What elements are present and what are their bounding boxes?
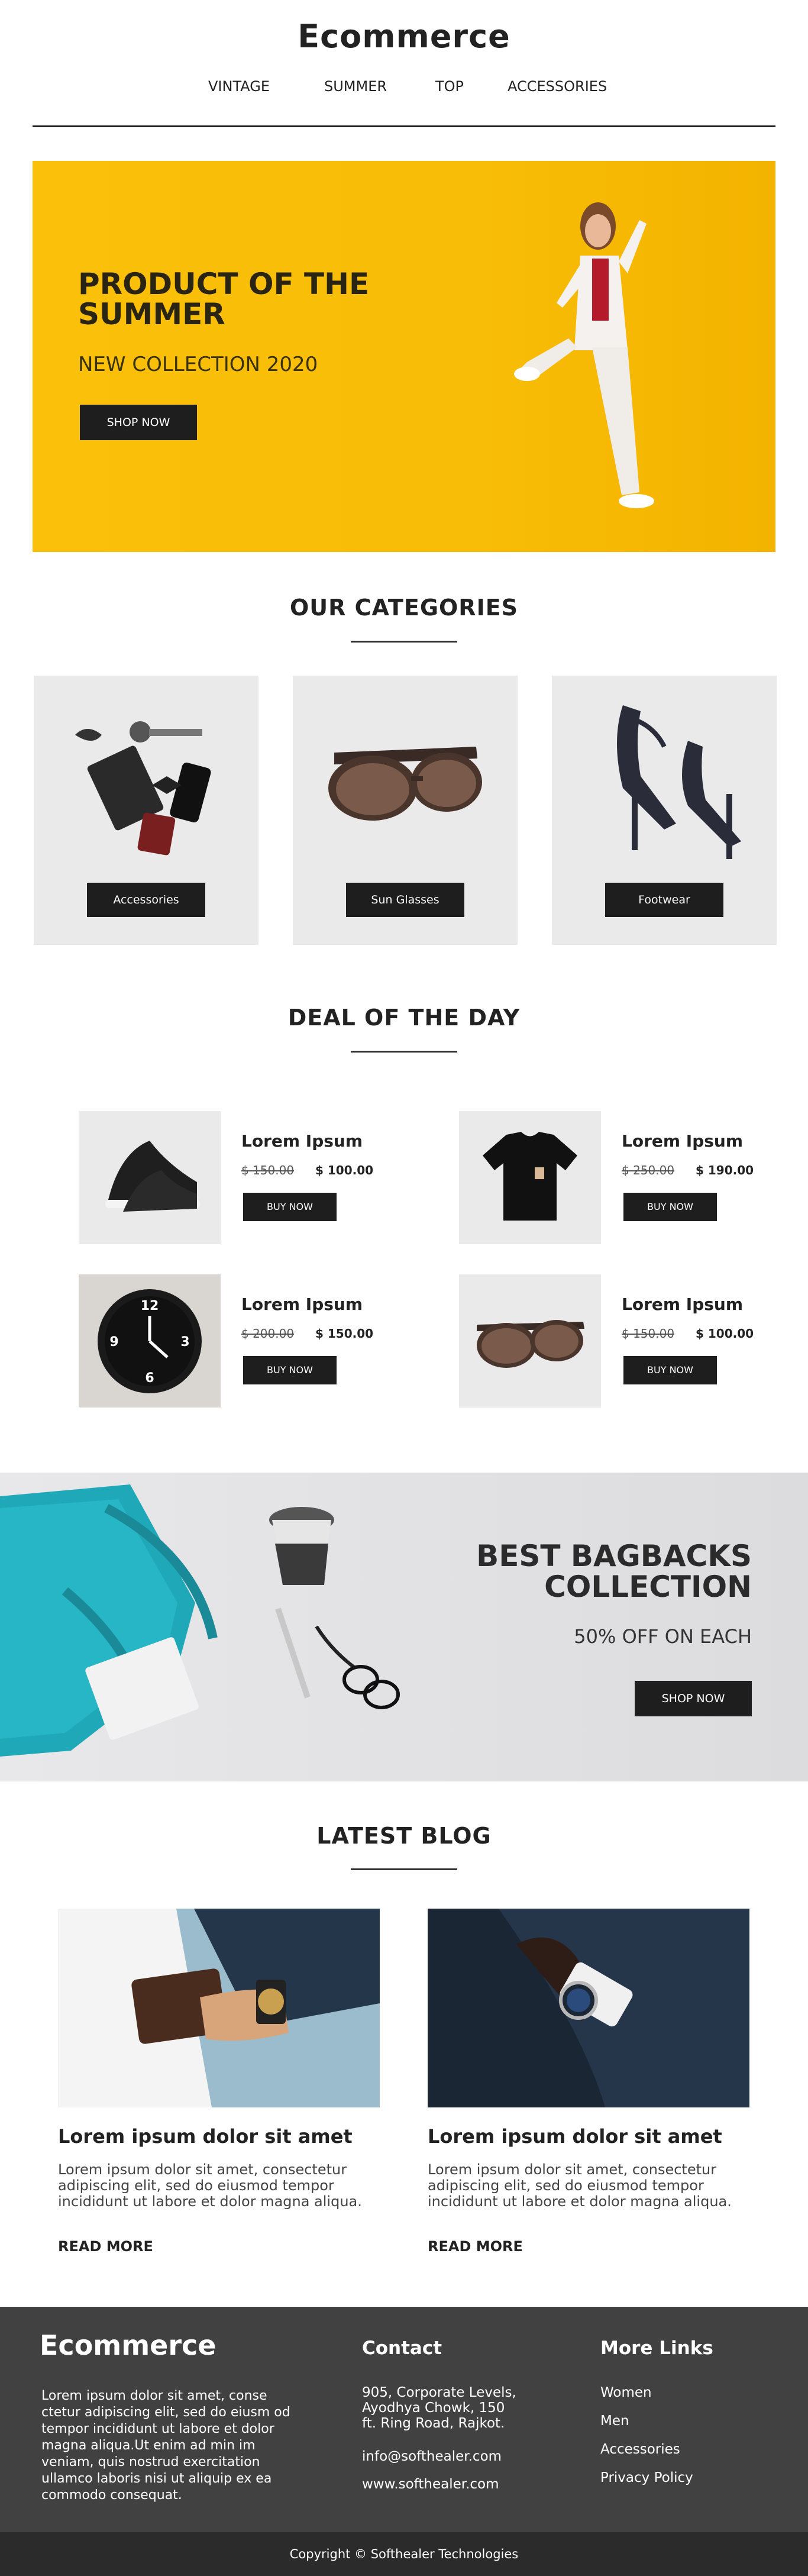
bags-subtitle: 50% OFF ON EACH <box>574 1625 752 1648</box>
deal-name: Lorem Ipsum <box>241 1295 363 1314</box>
accessories-flatlay-image <box>75 721 211 856</box>
sneaker-icon <box>105 1141 200 1212</box>
blog-image <box>58 1909 380 2107</box>
clock-icon: 12 3 6 9 <box>98 1289 202 1393</box>
svg-text:12: 12 <box>141 1299 159 1313</box>
category-card-accessories[interactable]: Accessories <box>34 676 258 945</box>
footer-link-men[interactable]: Men <box>600 2413 629 2429</box>
deal-new-price: $ 100.00 <box>315 1163 374 1177</box>
deal-new-price: $ 150.00 <box>315 1326 374 1341</box>
footer-about-text: Lorem ipsum dolor sit amet, conse ctetur… <box>41 2388 290 2503</box>
deal-card: 12 3 6 9 Lorem Ipsum $ 200.00 $ 150.00 B… <box>79 1274 410 1408</box>
deals-title: DEAL OF THE DAY <box>287 1005 521 1031</box>
blog-post-excerpt: Lorem ipsum dolor sit amet, consectetur … <box>428 2161 732 2210</box>
svg-text:6: 6 <box>145 1371 154 1386</box>
bag-flatlay-image <box>0 1484 400 1757</box>
blog-post-excerpt: Lorem ipsum dolor sit amet, consectetur … <box>58 2161 362 2210</box>
bags-title-line2: COLLECTION <box>544 1570 752 1604</box>
svg-text:9: 9 <box>109 1335 118 1350</box>
blog-title-underline <box>351 1868 457 1870</box>
footer-brand[interactable]: Ecommerce <box>40 2329 216 2361</box>
footer-website-link[interactable]: www.softhealer.com <box>362 2477 499 2492</box>
man-watch-image <box>428 1909 749 2107</box>
footer-link-privacy-policy[interactable]: Privacy Policy <box>600 2470 693 2485</box>
sunglasses-image <box>328 747 482 821</box>
footer-link-women[interactable]: Women <box>600 2385 652 2400</box>
bags-banner: BEST BAGBACKS COLLECTION 50% OFF ON EACH… <box>0 1473 808 1781</box>
deal-new-price: $ 190.00 <box>696 1163 754 1177</box>
header-divider <box>33 125 775 127</box>
nav-item-top[interactable]: TOP <box>435 78 464 95</box>
deal-image <box>79 1111 221 1244</box>
buy-now-button[interactable]: BUY NOW <box>623 1356 717 1384</box>
page: Ecommerce VINTAGE SUMMER TOP ACCESSORIES… <box>0 0 808 2576</box>
footer-address-line: Ayodhya Chowk, 150 <box>362 2400 505 2416</box>
copyright-bar: Copyright © Softhealer Technologies <box>0 2532 808 2576</box>
category-card-footwear[interactable]: Footwear <box>552 676 777 945</box>
footer-address-line: 905, Corporate Levels, <box>362 2385 516 2400</box>
blog-image <box>428 1909 749 2107</box>
deal-old-price: $ 250.00 <box>622 1163 675 1177</box>
deal-image <box>459 1111 601 1244</box>
categories-title-underline <box>351 641 457 643</box>
high-heels-image <box>617 705 741 859</box>
deal-card: Lorem Ipsum $ 150.00 $ 100.00 BUY NOW <box>79 1111 410 1244</box>
jumping-woman-image <box>514 202 654 508</box>
blog-title: LATEST BLOG <box>316 1823 492 1849</box>
deal-old-price: $ 150.00 <box>622 1326 675 1341</box>
blog-post-title[interactable]: Lorem ipsum dolor sit amet <box>428 2125 722 2148</box>
blog-post-title[interactable]: Lorem ipsum dolor sit amet <box>58 2125 353 2148</box>
category-accessories-button[interactable]: Accessories <box>87 883 205 917</box>
deal-new-price: $ 100.00 <box>696 1326 754 1341</box>
bags-title-line1: BEST BAGBACKS <box>476 1539 752 1573</box>
brand-logo[interactable]: Ecommerce <box>0 18 808 55</box>
hero-shop-now-button[interactable]: SHOP NOW <box>80 405 197 440</box>
deal-card: Lorem Ipsum $ 150.00 $ 100.00 BUY NOW <box>459 1274 790 1408</box>
buy-now-button[interactable]: BUY NOW <box>623 1193 717 1221</box>
footer-contact-title: Contact <box>362 2338 442 2359</box>
categories-title: OUR CATEGORIES <box>289 595 519 621</box>
hero-title: PRODUCT OF THE SUMMER <box>78 267 370 331</box>
buy-now-button[interactable]: BUY NOW <box>243 1356 337 1384</box>
bags-title: BEST BAGBACKS COLLECTION <box>397 1541 752 1602</box>
nav-item-accessories[interactable]: ACCESSORIES <box>508 78 607 95</box>
deal-old-price: $ 150.00 <box>241 1163 295 1177</box>
deal-name: Lorem Ipsum <box>241 1131 363 1151</box>
deal-card: Lorem Ipsum $ 250.00 $ 190.00 BUY NOW <box>459 1111 790 1244</box>
footer-link-accessories[interactable]: Accessories <box>600 2442 680 2457</box>
deal-image <box>459 1274 601 1408</box>
footer-email-link[interactable]: info@softhealer.com <box>362 2449 502 2464</box>
deal-image: 12 3 6 9 <box>79 1274 221 1408</box>
nav-item-summer[interactable]: SUMMER <box>324 78 387 95</box>
deal-name: Lorem Ipsum <box>622 1131 744 1151</box>
deal-old-price: $ 200.00 <box>241 1326 295 1341</box>
bags-shop-now-button[interactable]: SHOP NOW <box>635 1681 752 1716</box>
site-header: Ecommerce VINTAGE SUMMER TOP ACCESSORIES <box>0 0 808 127</box>
footer-address-line: ft. Ring Road, Rajkot. <box>362 2416 505 2431</box>
buy-now-button[interactable]: BUY NOW <box>243 1193 337 1221</box>
deals-title-underline <box>351 1051 457 1053</box>
svg-text:3: 3 <box>180 1335 189 1350</box>
read-more-link[interactable]: READ MORE <box>428 2238 523 2255</box>
category-card-sunglasses[interactable]: Sun Glasses <box>293 676 518 945</box>
hero-subtitle: NEW COLLECTION 2020 <box>78 353 318 376</box>
category-sunglasses-button[interactable]: Sun Glasses <box>346 883 464 917</box>
tshirt-icon <box>483 1132 577 1221</box>
footer-address: 905, Corporate Levels, Ayodhya Chowk, 15… <box>362 2385 516 2431</box>
category-footwear-button[interactable]: Footwear <box>605 883 723 917</box>
wallet-watch-image <box>58 1909 380 2107</box>
nav-item-vintage[interactable]: VINTAGE <box>208 78 270 95</box>
footer-links-title: More Links <box>600 2338 713 2359</box>
sunglasses-icon <box>477 1320 584 1368</box>
site-footer: Ecommerce Lorem ipsum dolor sit amet, co… <box>0 2307 808 2576</box>
read-more-link[interactable]: READ MORE <box>58 2238 153 2255</box>
hero-banner: PRODUCT OF THE SUMMER NEW COLLECTION 202… <box>33 161 775 552</box>
deal-name: Lorem Ipsum <box>622 1295 744 1314</box>
